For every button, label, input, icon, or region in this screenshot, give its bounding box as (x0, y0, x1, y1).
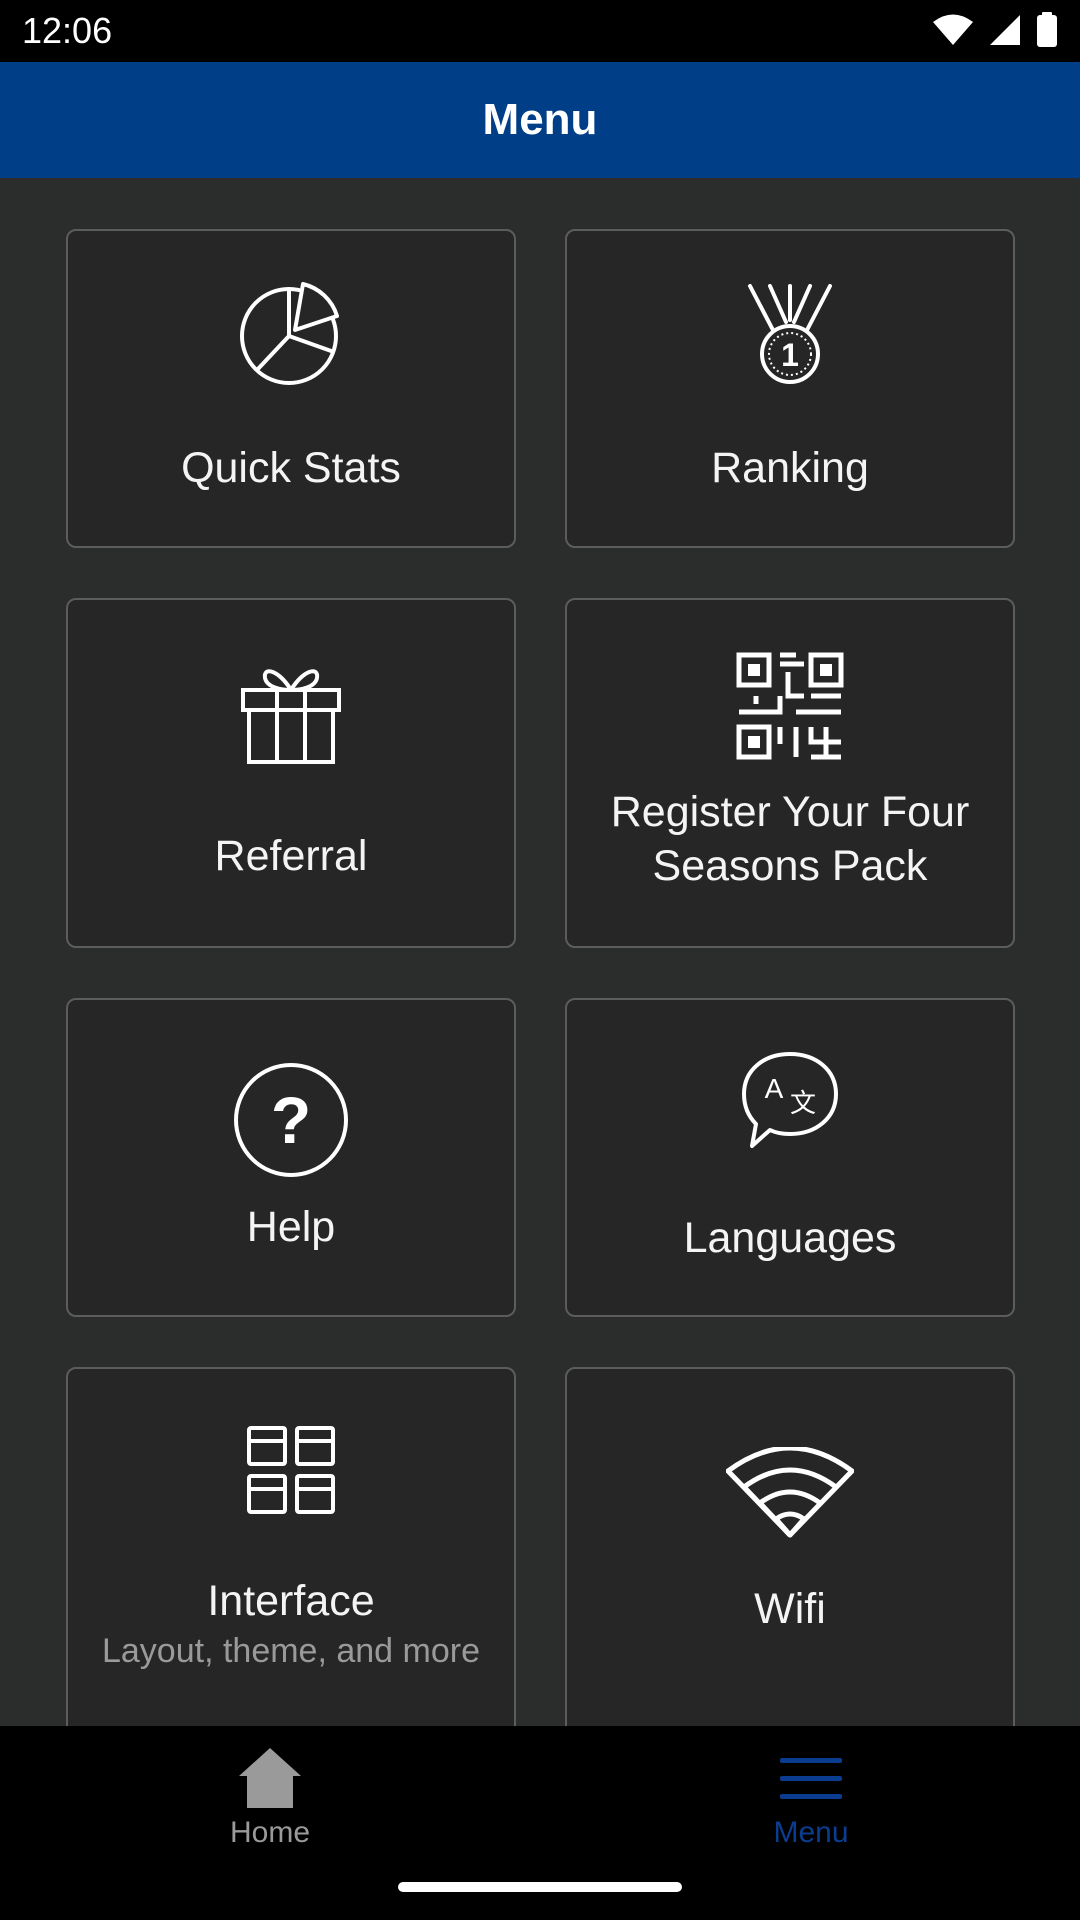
wifi-icon (726, 1447, 854, 1538)
translate-icon: A 文 (742, 1051, 838, 1148)
nav-label-menu: Menu (773, 1816, 849, 1849)
layout-grid-icon (247, 1425, 335, 1514)
pie-chart-icon (240, 281, 339, 385)
nav-item-home[interactable]: Home (170, 1746, 370, 1850)
menu-tile-label: Languages (683, 1213, 897, 1262)
status-time: 12:06 (22, 10, 113, 51)
status-icons (932, 12, 1058, 48)
menu-tile-interface[interactable]: Interface Layout, theme, and more (66, 1367, 516, 1726)
svg-text:文: 文 (790, 1088, 816, 1118)
menu-tile-languages[interactable]: A 文 Languages (565, 998, 1015, 1317)
home-icon (239, 1748, 301, 1808)
svg-text:A: A (765, 1073, 784, 1104)
nav-item-menu[interactable]: Menu (711, 1746, 911, 1850)
svg-text:?: ? (271, 1083, 311, 1157)
status-bar: 12:06 (0, 0, 1080, 62)
hamburger-menu-icon (780, 1758, 842, 1799)
svg-text:1: 1 (781, 337, 799, 373)
gift-icon (241, 669, 341, 765)
menu-tile-label: Wifi (754, 1585, 826, 1634)
home-indicator[interactable] (398, 1882, 682, 1892)
menu-tile-label: Interface (207, 1576, 375, 1625)
nav-label-home: Home (229, 1816, 311, 1849)
menu-tile-register-pack[interactable]: Register Your Four Seasons Pack (565, 598, 1015, 948)
battery-icon (1037, 12, 1057, 47)
menu-tile-label: Quick Stats (181, 443, 401, 492)
menu-tile-label: Help (246, 1202, 336, 1251)
signal-icon (990, 15, 1020, 45)
medal-icon: 1 (748, 283, 832, 384)
qr-code-icon (736, 652, 844, 760)
menu-tile-wifi[interactable]: Wifi (565, 1367, 1015, 1726)
menu-tile-quick-stats[interactable]: Quick Stats (66, 229, 516, 548)
menu-tile-sublabel: Layout, theme, and more (101, 1632, 480, 1671)
wifi-icon (933, 14, 973, 45)
app-bar: Menu (0, 62, 1080, 178)
menu-tile-referral[interactable]: Referral (66, 598, 516, 948)
page-title: Menu (482, 95, 598, 144)
menu-tile-label: Ranking (711, 443, 869, 492)
menu-tile-help[interactable]: ? Help (66, 998, 516, 1317)
help-circle-icon: ? (234, 1062, 348, 1177)
menu-tile-label: Register Your Four Seasons Pack (610, 788, 970, 890)
menu-tile-ranking[interactable]: 1 Ranking (565, 229, 1015, 548)
menu-grid: Quick Stats 1 Ranking Referral Register … (0, 178, 1080, 1726)
menu-tile-label: Referral (214, 832, 368, 881)
